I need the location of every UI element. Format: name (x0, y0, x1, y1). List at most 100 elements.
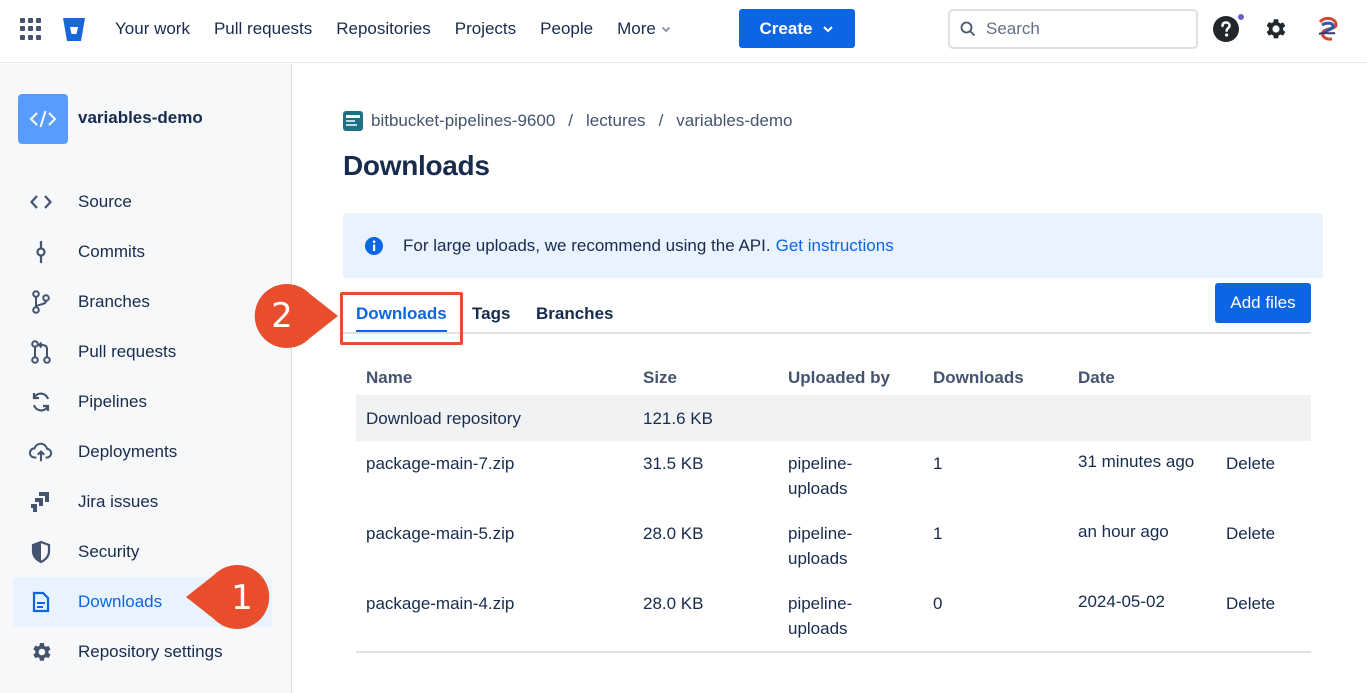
sidebar-item-pipelines[interactable]: Pipelines (13, 377, 272, 427)
create-button[interactable]: Create (739, 9, 855, 48)
download-repository-link[interactable]: Download repository (366, 406, 521, 431)
delete-button[interactable]: Delete (1226, 521, 1275, 546)
uploaded-by: uploads (788, 619, 848, 638)
sidebar-item-label: Security (78, 542, 140, 561)
uploaded-by: uploads (788, 549, 848, 568)
sidebar-item-commits[interactable]: Commits (13, 227, 272, 277)
info-icon (365, 236, 383, 255)
sidebar-item-jira-issues[interactable]: Jira issues (13, 477, 272, 527)
download-count: 0 (933, 594, 943, 613)
commit-icon (29, 240, 53, 264)
create-button-label: Create (759, 18, 813, 38)
file-name-link[interactable]: package-main-4.zip (366, 591, 514, 616)
column-header-date[interactable]: Date (1078, 368, 1115, 388)
upload-date: 31 minutes ago (1078, 452, 1195, 471)
chevron-down-icon (661, 26, 670, 33)
pipelines-icon (29, 390, 53, 414)
sidebar-item-branches[interactable]: Branches (13, 277, 272, 327)
branch-icon (29, 290, 53, 314)
sidebar-item-label: Deployments (78, 442, 178, 461)
nav-projects[interactable]: Projects (455, 17, 516, 41)
cloud-upload-icon (29, 440, 53, 464)
column-header-uploaded-by[interactable]: Uploaded by (788, 368, 890, 388)
info-banner: For large uploads, we recommend using th… (343, 213, 1323, 278)
sidebar-item-deployments[interactable]: Deployments (13, 427, 272, 477)
nav-pull-requests[interactable]: Pull requests (214, 17, 312, 41)
breadcrumb-separator: / (568, 111, 574, 130)
repository-name[interactable]: variables-demo (78, 108, 203, 128)
tab-tags[interactable]: Tags (472, 304, 510, 324)
notification-dot (1236, 12, 1246, 22)
tab-highlight-box (340, 292, 463, 345)
search-placeholder: Search (986, 19, 1040, 38)
jira-icon (29, 490, 53, 514)
search-icon (960, 21, 976, 37)
nav-people[interactable]: People (540, 17, 593, 41)
callout-number-1: 1 (231, 578, 253, 618)
workspace-icon (343, 111, 363, 131)
sidebar-item-label: Branches (78, 292, 150, 311)
delete-button[interactable]: Delete (1226, 451, 1275, 476)
sidebar-item-label: Source (78, 192, 132, 211)
pull-request-icon (29, 340, 53, 364)
bitbucket-logo-icon[interactable] (61, 14, 87, 44)
add-files-button[interactable]: Add files (1215, 283, 1311, 323)
sidebar-item-label: Pull requests (78, 342, 177, 361)
download-count: 1 (933, 454, 943, 473)
tab-branches[interactable]: Branches (536, 304, 613, 324)
column-header-name[interactable]: Name (366, 368, 412, 388)
nav-more-dropdown[interactable]: More (617, 17, 672, 41)
repository-avatar[interactable] (18, 94, 68, 144)
file-name-link[interactable]: package-main-5.zip (366, 521, 514, 546)
breadcrumb-project[interactable]: lectures (586, 111, 646, 131)
uploaded-by: pipeline- (788, 524, 853, 543)
delete-button[interactable]: Delete (1226, 591, 1275, 616)
table-row: package-main-4.zip 28.0 KB pipeline- upl… (356, 581, 1311, 651)
table-row: package-main-5.zip 28.0 KB pipeline- upl… (356, 511, 1311, 581)
nav-more-label: More (617, 19, 656, 38)
breadcrumb-repository[interactable]: variables-demo (676, 111, 792, 131)
file-size: 28.0 KB (643, 594, 704, 613)
sidebar-item-label: Jira issues (78, 492, 159, 511)
breadcrumb-workspace[interactable]: bitbucket-pipelines-9600 (371, 111, 555, 131)
breadcrumb-separator: / (658, 111, 664, 130)
sidebar-item-repository-settings[interactable]: Repository settings (13, 627, 272, 677)
downloads-table-header: Name Size Uploaded by Downloads Date (356, 362, 1311, 394)
banner-text: For large uploads, we recommend using th… (403, 235, 771, 255)
table-row: Download repository 121.6 KB (356, 395, 1311, 441)
uploaded-by: uploads (788, 479, 848, 498)
document-icon (29, 590, 53, 614)
uploaded-by: pipeline- (788, 594, 853, 613)
download-count: 1 (933, 524, 943, 543)
shield-icon (29, 540, 53, 564)
nav-your-work[interactable]: Your work (115, 17, 190, 41)
sidebar-item-label: Pipelines (78, 392, 147, 411)
primary-nav: Your work Pull requests Repositories Pro… (103, 17, 684, 41)
page-title: Downloads (343, 150, 490, 181)
column-header-downloads[interactable]: Downloads (933, 368, 1024, 388)
code-icon (29, 110, 57, 128)
file-name-link[interactable]: package-main-7.zip (366, 451, 514, 476)
get-instructions-link[interactable]: Get instructions (776, 236, 894, 256)
top-navigation-bar: Your work Pull requests Repositories Pro… (0, 0, 1367, 63)
upload-date: an hour ago (1078, 522, 1169, 541)
file-size: 31.5 KB (643, 454, 704, 473)
sidebar-item-source[interactable]: Source (13, 177, 272, 227)
nav-repositories[interactable]: Repositories (336, 17, 431, 41)
sidebar-item-label: Repository settings (78, 642, 223, 661)
column-header-size[interactable]: Size (643, 368, 677, 388)
user-avatar[interactable] (1311, 12, 1345, 46)
callout-number-2: 2 (271, 296, 293, 336)
sidebar-item-pull-requests[interactable]: Pull requests (13, 327, 272, 377)
app-switcher-icon[interactable] (20, 18, 42, 40)
settings-gear-icon[interactable] (1262, 16, 1288, 42)
tab-bar: Downloads Tags Branches (343, 294, 1311, 334)
chevron-down-icon (823, 25, 834, 32)
gear-icon (29, 640, 53, 664)
sidebar-item-label: Commits (78, 242, 146, 261)
file-size: 28.0 KB (643, 524, 704, 543)
search-input[interactable]: Search (948, 9, 1198, 49)
table-row: package-main-7.zip 31.5 KB pipeline- upl… (356, 441, 1311, 511)
table-bottom-border (356, 651, 1311, 653)
file-size: 121.6 KB (643, 409, 713, 428)
